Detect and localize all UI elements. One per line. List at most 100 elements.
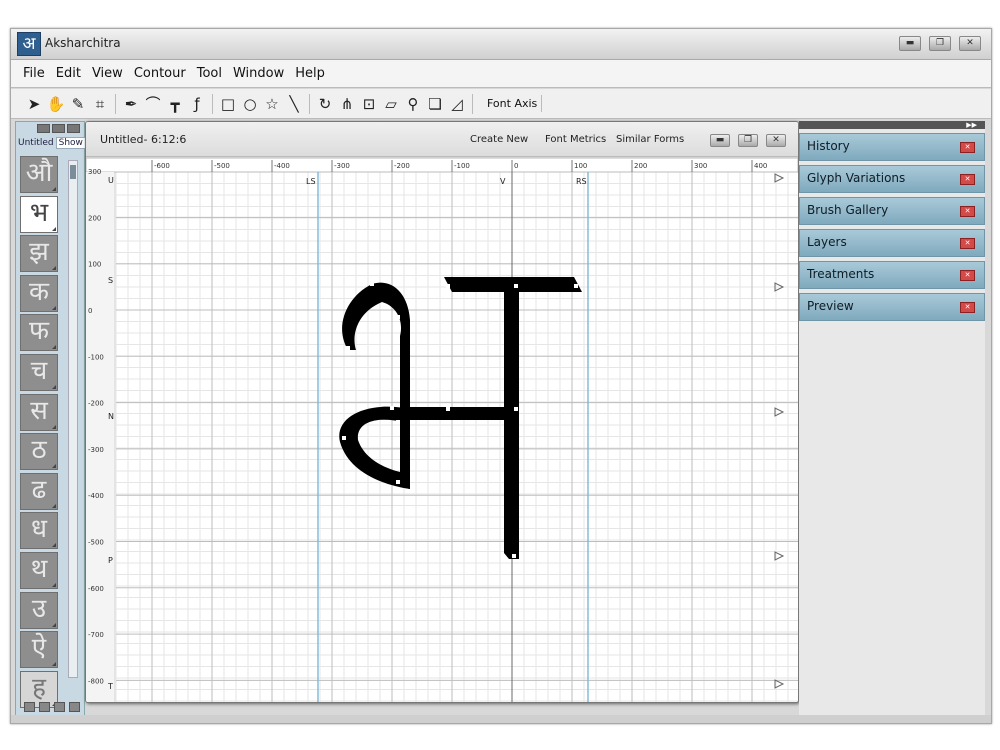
font-axis-button[interactable]: Font Axis [483, 95, 543, 112]
palette-tool-4-icon[interactable] [69, 702, 80, 712]
glyph-palette: Untitled Show औभझकफचसठढधथउऐह [15, 121, 86, 717]
title-bar: अ Aksharchitra ▬ ❐ ✕ [11, 29, 991, 60]
side-panels: ▶▶ History ✕ Glyph Variations ✕ Brush Ga… [799, 121, 985, 715]
close-button[interactable]: ✕ [959, 36, 981, 51]
palette-tool-1-icon[interactable] [24, 702, 35, 712]
copy-icon[interactable]: ❏ [424, 93, 446, 115]
panel-close-icon[interactable]: ✕ [960, 238, 975, 249]
glyph-cell[interactable]: उ [20, 591, 58, 629]
rectangle-icon[interactable]: □ [217, 93, 239, 115]
palette-scroll-thumb[interactable] [70, 165, 76, 179]
menu-edit[interactable]: Edit [56, 66, 81, 81]
control-point-icon [512, 554, 516, 558]
control-point-icon [514, 284, 518, 288]
y-tick-label: 300 [88, 168, 101, 176]
panel-brush-gallery[interactable]: Brush Gallery ✕ [799, 197, 985, 225]
pointer-icon[interactable]: ➤ [23, 93, 45, 115]
glyph-cell[interactable]: औ [20, 156, 58, 193]
row-label: U [108, 176, 114, 185]
glyph-cell[interactable]: ठ [20, 433, 58, 471]
curve-icon[interactable]: ⌒ [142, 93, 164, 115]
line-icon[interactable]: ╲ [283, 93, 305, 115]
corner-icon[interactable]: ◿ [446, 93, 468, 115]
palette-tool-3-icon[interactable] [54, 702, 65, 712]
panel-close-icon[interactable]: ✕ [960, 206, 975, 217]
x-tick-label: -400 [274, 162, 290, 170]
palette-close-button[interactable] [67, 124, 80, 133]
top-ruler [86, 157, 798, 173]
glyph-canvas[interactable]: -600-500-400-300-200-1000100200300400500… [86, 122, 798, 702]
panel-label: Treatments [807, 267, 875, 281]
panel-label: Layers [807, 235, 847, 249]
glyph-cell[interactable]: स [20, 393, 58, 431]
panel-layers[interactable]: Layers ✕ [799, 229, 985, 257]
control-point-icon [396, 420, 400, 424]
glyph-cell[interactable]: क [20, 274, 58, 312]
panel-label: History [807, 139, 850, 153]
panel-preview[interactable]: Preview ✕ [799, 293, 985, 321]
panel-label: Brush Gallery [807, 203, 889, 217]
skew-icon[interactable]: ▱ [380, 93, 402, 115]
palette-maximize-button[interactable] [52, 124, 65, 133]
menu-window[interactable]: Window [233, 66, 284, 81]
eraser-icon[interactable]: ✎ [67, 93, 89, 115]
control-point-icon [574, 284, 578, 288]
control-point-icon [396, 480, 400, 484]
palette-tool-2-icon[interactable] [39, 702, 50, 712]
rotate-icon[interactable]: ↻ [314, 93, 336, 115]
pen-icon[interactable]: ✒ [120, 93, 142, 115]
palette-tab-untitled[interactable]: Untitled [18, 138, 54, 148]
glyph-cell[interactable]: च [20, 353, 58, 391]
menu-help[interactable]: Help [295, 66, 325, 81]
guide-label: V [500, 177, 506, 186]
glyph-cell[interactable]: झ [20, 235, 58, 273]
y-tick-label: 100 [88, 261, 101, 269]
control-point-icon [342, 436, 346, 440]
control-point-icon [346, 346, 350, 350]
glyph-cell[interactable]: ढ [20, 472, 58, 510]
panel-close-icon[interactable]: ✕ [960, 142, 975, 153]
mirror-icon[interactable]: ⋔ [336, 93, 358, 115]
panel-close-icon[interactable]: ✕ [960, 270, 975, 281]
star-icon[interactable]: ☆ [261, 93, 283, 115]
menu-file[interactable]: File [23, 66, 45, 81]
collapse-panels-icon[interactable]: ▶▶ [799, 121, 985, 129]
menu-contour[interactable]: Contour [134, 66, 186, 81]
panel-close-icon[interactable]: ✕ [960, 174, 975, 185]
zoom-icon[interactable]: ⚲ [402, 93, 424, 115]
menu-tool[interactable]: Tool [197, 66, 222, 81]
maximize-button[interactable]: ❐ [929, 36, 951, 51]
glyph-cell[interactable]: ध [20, 512, 58, 550]
x-tick-label: 0 [514, 162, 518, 170]
glyph-cell[interactable]: ऐ [20, 631, 58, 669]
panel-glyph-variations[interactable]: Glyph Variations ✕ [799, 165, 985, 193]
window-controls: ▬ ❐ ✕ [899, 36, 981, 51]
x-tick-label: -100 [454, 162, 470, 170]
control-point-icon [446, 284, 450, 288]
palette-scrollbar[interactable] [68, 160, 78, 678]
panel-treatments[interactable]: Treatments ✕ [799, 261, 985, 289]
menu-view[interactable]: View [92, 66, 123, 81]
ruler-icon[interactable]: ⌗ [89, 93, 111, 115]
x-tick-label: 300 [694, 162, 707, 170]
ellipse-icon[interactable]: ○ [239, 93, 261, 115]
control-point-icon [390, 406, 394, 410]
control-point-icon [396, 315, 400, 319]
panel-close-icon[interactable]: ✕ [960, 302, 975, 313]
y-tick-label: 200 [88, 214, 101, 222]
glyph-cell[interactable]: थ [20, 551, 58, 589]
f-stroke-icon[interactable]: ƒ [186, 93, 208, 115]
hand-icon[interactable]: ✋ [45, 93, 67, 115]
menu-bar: File Edit View Contour Tool Window Help [11, 60, 991, 88]
app-logo-icon: अ [17, 32, 41, 56]
palette-minimize-button[interactable] [37, 124, 50, 133]
glyph-cell[interactable]: फ [20, 314, 58, 352]
t-stroke-icon[interactable]: ┳ [164, 93, 186, 115]
palette-tab-show[interactable]: Show [55, 137, 86, 149]
y-tick-label: 0 [88, 307, 92, 315]
panel-history[interactable]: History ✕ [799, 133, 985, 161]
y-tick-label: -600 [88, 585, 104, 593]
glyph-cell[interactable]: भ [20, 195, 58, 233]
scale-icon[interactable]: ⊡ [358, 93, 380, 115]
minimize-button[interactable]: ▬ [899, 36, 921, 51]
